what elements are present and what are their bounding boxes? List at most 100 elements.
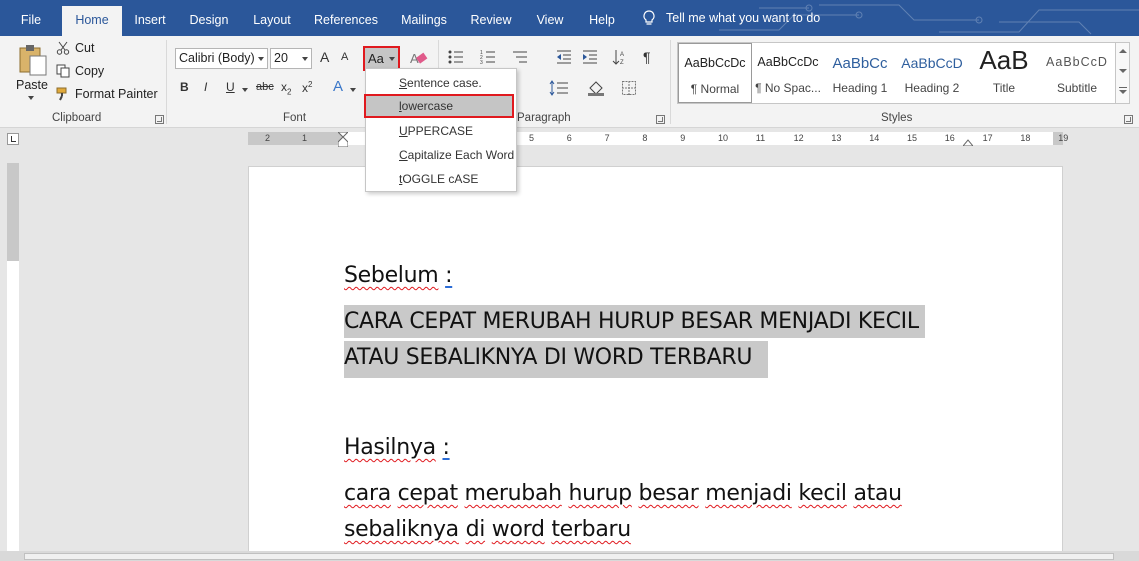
tab-review[interactable]: Review (460, 8, 522, 36)
style-title[interactable]: AaB Title (968, 43, 1040, 103)
chevron-down-icon[interactable] (350, 88, 356, 92)
horizontal-scrollbar[interactable] (0, 551, 1139, 561)
menu-item-sentence-case-[interactable]: Sentence case. (366, 71, 516, 95)
ruler-number: 14 (869, 133, 880, 143)
bold-button[interactable]: B (180, 80, 189, 94)
menu-item-label: owercase (401, 99, 454, 113)
lightbulb-icon (643, 10, 655, 25)
style-heading-1[interactable]: AaBbCc Heading 1 (824, 43, 896, 103)
underline-button[interactable]: U (226, 80, 235, 94)
tab-design[interactable]: Design (178, 8, 240, 36)
spell-word: menjadi (705, 481, 792, 506)
decrease-indent-icon[interactable] (556, 50, 572, 64)
tab-insert[interactable]: Insert (122, 8, 178, 36)
indent-marker-icon[interactable] (338, 132, 348, 147)
ruler-number: 7 (604, 133, 610, 143)
style-name: Heading 1 (832, 81, 888, 95)
vertical-ruler[interactable] (7, 163, 19, 551)
spell-word: cepat (397, 481, 459, 506)
bullets-icon[interactable] (448, 50, 464, 64)
paragraph-dialog-launcher-icon[interactable] (656, 115, 665, 124)
shrink-font-button[interactable]: A (341, 51, 348, 63)
after-heading: Hasilnya : (344, 435, 450, 460)
tell-me-search[interactable]: Tell me what you want to do (642, 10, 820, 26)
chevron-down-icon[interactable] (1119, 69, 1127, 73)
font-group-label: Font (283, 112, 307, 124)
paste-button[interactable]: Paste (14, 40, 50, 100)
ruler-number: 18 (1020, 133, 1031, 143)
subscript-button[interactable]: x2 (281, 80, 291, 96)
uppercase-text-line-2: ATAU SEBALIKNYA DI WORD TERBARU (344, 341, 769, 378)
cut-label: Cut (75, 41, 95, 55)
tab-view[interactable]: View (522, 8, 578, 36)
svg-text:3: 3 (480, 60, 483, 64)
menu-item-lowercase[interactable]: lowercase (364, 94, 514, 118)
menu-item-toggle-case[interactable]: tOGGLE cASE (366, 167, 516, 191)
borders-icon[interactable] (622, 81, 636, 95)
group-divider (670, 40, 671, 124)
ruler-number: 1 (302, 133, 308, 143)
styles-dialog-launcher-icon[interactable] (1124, 115, 1133, 124)
uppercase-text-line-1: CARA CEPAT MERUBAH HURUP BESAR MENJADI K… (344, 305, 925, 338)
format-painter-button[interactable]: Format Painter (56, 87, 158, 101)
italic-button[interactable]: I (204, 80, 207, 94)
spell-word: di (465, 517, 486, 542)
style-subtitle[interactable]: AaBbCcD Subtitle (1040, 43, 1114, 103)
grammar-mark: : (445, 263, 453, 288)
scrollbar-thumb[interactable] (24, 553, 1114, 560)
before-heading: Sebelum : (344, 263, 453, 288)
chevron-down-icon (28, 96, 34, 100)
style-heading-2[interactable]: AaBbCcD Heading 2 (896, 43, 968, 103)
chevron-down-icon[interactable] (242, 88, 248, 92)
menu-accelerator: C (399, 148, 408, 162)
tab-mailings[interactable]: Mailings (388, 8, 460, 36)
line-spacing-icon[interactable] (549, 80, 569, 96)
numbering-icon[interactable]: 123 (480, 50, 496, 64)
multilevel-list-icon[interactable] (512, 50, 528, 64)
chevron-up-icon[interactable] (1119, 49, 1127, 53)
document-page[interactable]: Sebelum : CARA CEPAT MERUBAH HURUP BESAR… (248, 166, 1063, 561)
tab-home[interactable]: Home (62, 6, 122, 36)
tab-help[interactable]: Help (578, 8, 626, 36)
ruler-number: 19 (1058, 133, 1069, 143)
grow-font-button[interactable]: A (320, 49, 329, 65)
font-name-combo[interactable]: Calibri (Body) (175, 48, 268, 69)
ruler-number: 16 (944, 133, 955, 143)
ruler-number: 12 (793, 133, 804, 143)
strikethrough-button[interactable]: abc (256, 81, 274, 93)
ruler-number: 11 (755, 133, 766, 143)
clipboard-dialog-launcher-icon[interactable] (155, 115, 164, 124)
cut-button[interactable]: Cut (56, 41, 94, 55)
show-formatting-marks-button[interactable]: ¶ (643, 49, 651, 65)
right-indent-marker-icon[interactable] (963, 138, 973, 146)
superscript-button[interactable]: x2 (302, 80, 312, 95)
font-size-value: 20 (274, 51, 288, 65)
style-normal[interactable]: AaBbCcDc ¶ Normal (678, 43, 752, 103)
increase-indent-icon[interactable] (582, 50, 598, 64)
style-sample: AaBbCcD (901, 55, 963, 71)
spell-word: sebaliknya (344, 517, 459, 542)
font-size-combo[interactable]: 20 (270, 48, 312, 69)
style-name: Subtitle (1056, 81, 1098, 95)
menu-item-capitalize-each-word[interactable]: Capitalize Each Word (366, 143, 516, 167)
menu-accelerator: S (399, 76, 408, 90)
sort-icon[interactable]: AZ (612, 49, 626, 65)
menu-item-label: OGGLE cASE (402, 172, 479, 186)
style-name: Heading 2 (904, 81, 960, 95)
text-effects-button[interactable]: A (333, 78, 343, 95)
tab-selector-icon[interactable] (7, 133, 19, 145)
tab-layout[interactable]: Layout (240, 8, 304, 36)
more-styles-icon[interactable] (1119, 87, 1127, 94)
clear-formatting-icon[interactable]: A (410, 49, 428, 67)
copy-button[interactable]: Copy (56, 64, 104, 78)
tab-file[interactable]: File (0, 8, 62, 36)
style-no-spac[interactable]: AaBbCcDc ¶ No Spac... (752, 43, 824, 103)
tab-references[interactable]: References (304, 8, 388, 36)
spell-word: hurup (568, 481, 632, 506)
ruler-number: 17 (982, 133, 993, 143)
styles-gallery-scroll[interactable] (1115, 42, 1130, 104)
menu-item-uppercase[interactable]: UPPERCASE (366, 119, 516, 143)
style-name: ¶ No Spac... (755, 81, 821, 95)
spell-word: atau (853, 481, 902, 506)
shading-icon[interactable] (588, 80, 606, 96)
